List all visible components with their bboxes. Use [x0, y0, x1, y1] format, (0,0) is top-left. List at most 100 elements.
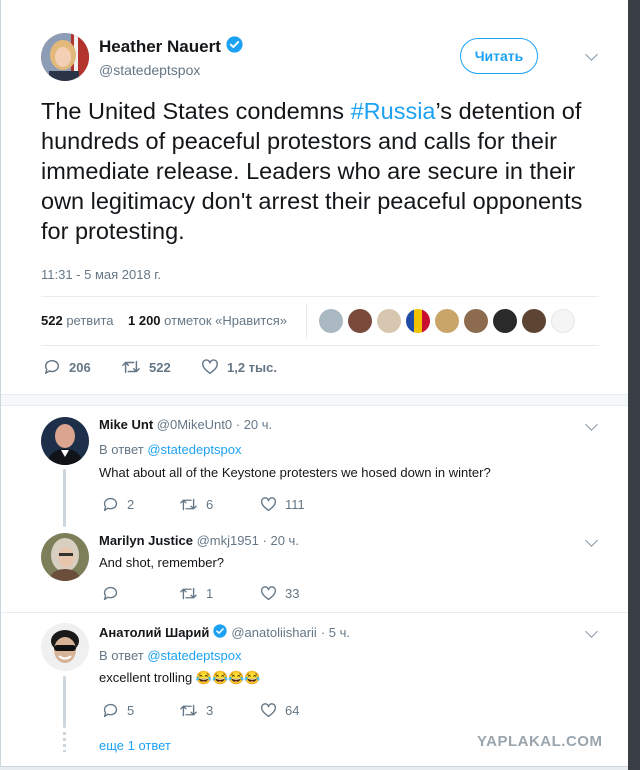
retweet-count: 522 — [149, 359, 171, 375]
reply-action[interactable]: 206 — [43, 358, 91, 376]
reply-author-handle[interactable]: @0MikeUnt0 — [157, 417, 232, 432]
reply-icon — [103, 497, 118, 512]
reply-to-link[interactable]: @statedeptspox — [147, 442, 241, 457]
thread-line-dotted — [63, 676, 66, 728]
reply-action[interactable]: 5 — [102, 702, 134, 719]
retweets-stat[interactable]: 522 ретвита — [41, 313, 114, 328]
thread-line — [63, 469, 66, 527]
reply-to-prefix: В ответ — [99, 442, 144, 457]
reply-time[interactable]: · 5 ч. — [321, 625, 350, 640]
liker-avatar[interactable] — [377, 309, 401, 333]
author-avatar[interactable] — [41, 33, 89, 81]
verified-icon — [226, 36, 243, 58]
author-name-text[interactable]: Heather Nauert — [99, 37, 221, 57]
reply-header: Marilyn Justice @mkj1951 · 20 ч. — [99, 533, 299, 548]
liker-avatar[interactable] — [319, 309, 343, 333]
reply-text: What about all of the Keystone protester… — [99, 465, 491, 480]
reply-author-handle[interactable]: @mkj1951 — [197, 533, 259, 548]
like-action[interactable]: 64 — [260, 702, 299, 719]
reply-context: В ответ @statedeptspox — [99, 442, 241, 457]
show-more-replies-link[interactable]: еще 1 ответ — [99, 738, 171, 753]
retweet-icon — [180, 704, 197, 717]
retweet-action[interactable]: 1 — [179, 585, 213, 602]
like-action[interactable]: 33 — [260, 585, 299, 602]
retweets-count: 522 — [41, 313, 63, 328]
reply-to-link[interactable]: @statedeptspox — [147, 648, 241, 663]
likers-avatars[interactable] — [319, 309, 580, 338]
reply-text: And shot, remember? — [99, 555, 225, 570]
follow-button[interactable]: Читать — [460, 38, 538, 74]
reply-icon — [103, 703, 118, 718]
heart-icon — [261, 497, 276, 512]
reply-author-name[interactable]: Mike Unt — [99, 417, 153, 432]
heart-icon — [261, 586, 276, 601]
reply-icon — [44, 359, 59, 375]
like-count: 111 — [285, 497, 305, 512]
reply-context: В ответ @statedeptspox — [99, 648, 241, 663]
page-edge — [628, 0, 640, 770]
chevron-down-icon[interactable] — [585, 48, 598, 61]
watermark: YAPLAKAL.COM — [477, 733, 603, 750]
retweet-count: 6 — [206, 497, 214, 512]
reply-count: 5 — [127, 703, 135, 718]
reply-time[interactable]: · 20 ч. — [263, 533, 299, 548]
retweet-action[interactable]: 6 — [179, 496, 213, 513]
divider — [1, 612, 629, 613]
liker-avatar[interactable] — [493, 309, 517, 333]
reply-text: excellent trolling 😂😂😂😂 — [99, 670, 261, 685]
liker-avatar[interactable] — [435, 309, 459, 333]
reply-author-name[interactable]: Marilyn Justice — [99, 533, 193, 548]
tweet-timestamp[interactable]: 11:31 - 5 мая 2018 г. — [41, 267, 161, 282]
reply-to-prefix: В ответ — [99, 648, 144, 663]
chevron-down-icon[interactable] — [585, 418, 598, 431]
reply-action[interactable] — [102, 585, 127, 602]
retweet-icon — [122, 360, 140, 374]
likes-stat[interactable]: 1 200 отметок «Нравится» — [128, 313, 287, 328]
verified-icon — [213, 624, 228, 641]
reply-header: Mike Unt @0MikeUnt0 · 20 ч. — [99, 417, 272, 432]
liker-avatar[interactable] — [551, 309, 575, 333]
retweet-action[interactable]: 3 — [179, 702, 213, 719]
like-count: 33 — [285, 586, 300, 601]
like-action[interactable]: 111 — [260, 496, 305, 513]
reply-author-name[interactable]: Анатолий Шарий — [99, 625, 209, 640]
liker-avatar[interactable] — [406, 309, 430, 333]
reply-header: Анатолий Шарий @anatoliisharii · 5 ч. — [99, 624, 350, 641]
likes-label: отметок «Нравится» — [164, 313, 287, 328]
hashtag-link[interactable]: #Russia — [351, 98, 436, 124]
like-count: 64 — [285, 703, 300, 718]
reply-icon — [103, 586, 118, 601]
stats-separator — [306, 304, 307, 338]
retweet-count: 3 — [206, 703, 214, 718]
author-handle[interactable]: @statedeptspox — [99, 62, 200, 78]
reply-avatar[interactable] — [41, 417, 89, 465]
like-action[interactable]: 1,2 тыс. — [201, 358, 277, 376]
reply-avatar[interactable] — [41, 623, 89, 671]
retweets-label: ретвита — [66, 313, 114, 328]
retweet-icon — [180, 587, 197, 600]
author-name[interactable]: Heather Nauert — [99, 36, 243, 58]
reply-time[interactable]: · 20 ч. — [236, 417, 272, 432]
divider — [41, 345, 599, 346]
liker-avatar[interactable] — [348, 309, 372, 333]
heart-icon — [202, 359, 218, 375]
reply-count: 206 — [69, 359, 91, 375]
reply-action[interactable]: 2 — [102, 496, 134, 513]
reply-author-handle[interactable]: @anatoliisharii — [231, 625, 316, 640]
retweet-icon — [180, 498, 197, 511]
chevron-down-icon[interactable] — [585, 625, 598, 638]
reply-count: 2 — [127, 497, 135, 512]
reply-avatar[interactable] — [41, 533, 89, 581]
divider — [41, 296, 599, 297]
tweet-text: The United States condemns #Russia’s det… — [41, 96, 601, 246]
tweet-card: Heather Nauert @statedeptspox Читать The… — [0, 0, 630, 767]
liker-avatar[interactable] — [522, 309, 546, 333]
like-count: 1,2 тыс. — [227, 359, 277, 375]
heart-icon — [261, 703, 276, 718]
tweet-text-start: The United States condemns — [41, 98, 351, 124]
section-divider — [1, 394, 629, 406]
chevron-down-icon[interactable] — [585, 534, 598, 547]
liker-avatar[interactable] — [464, 309, 488, 333]
retweet-action[interactable]: 522 — [121, 358, 171, 376]
follow-button-label: Читать — [474, 48, 524, 64]
